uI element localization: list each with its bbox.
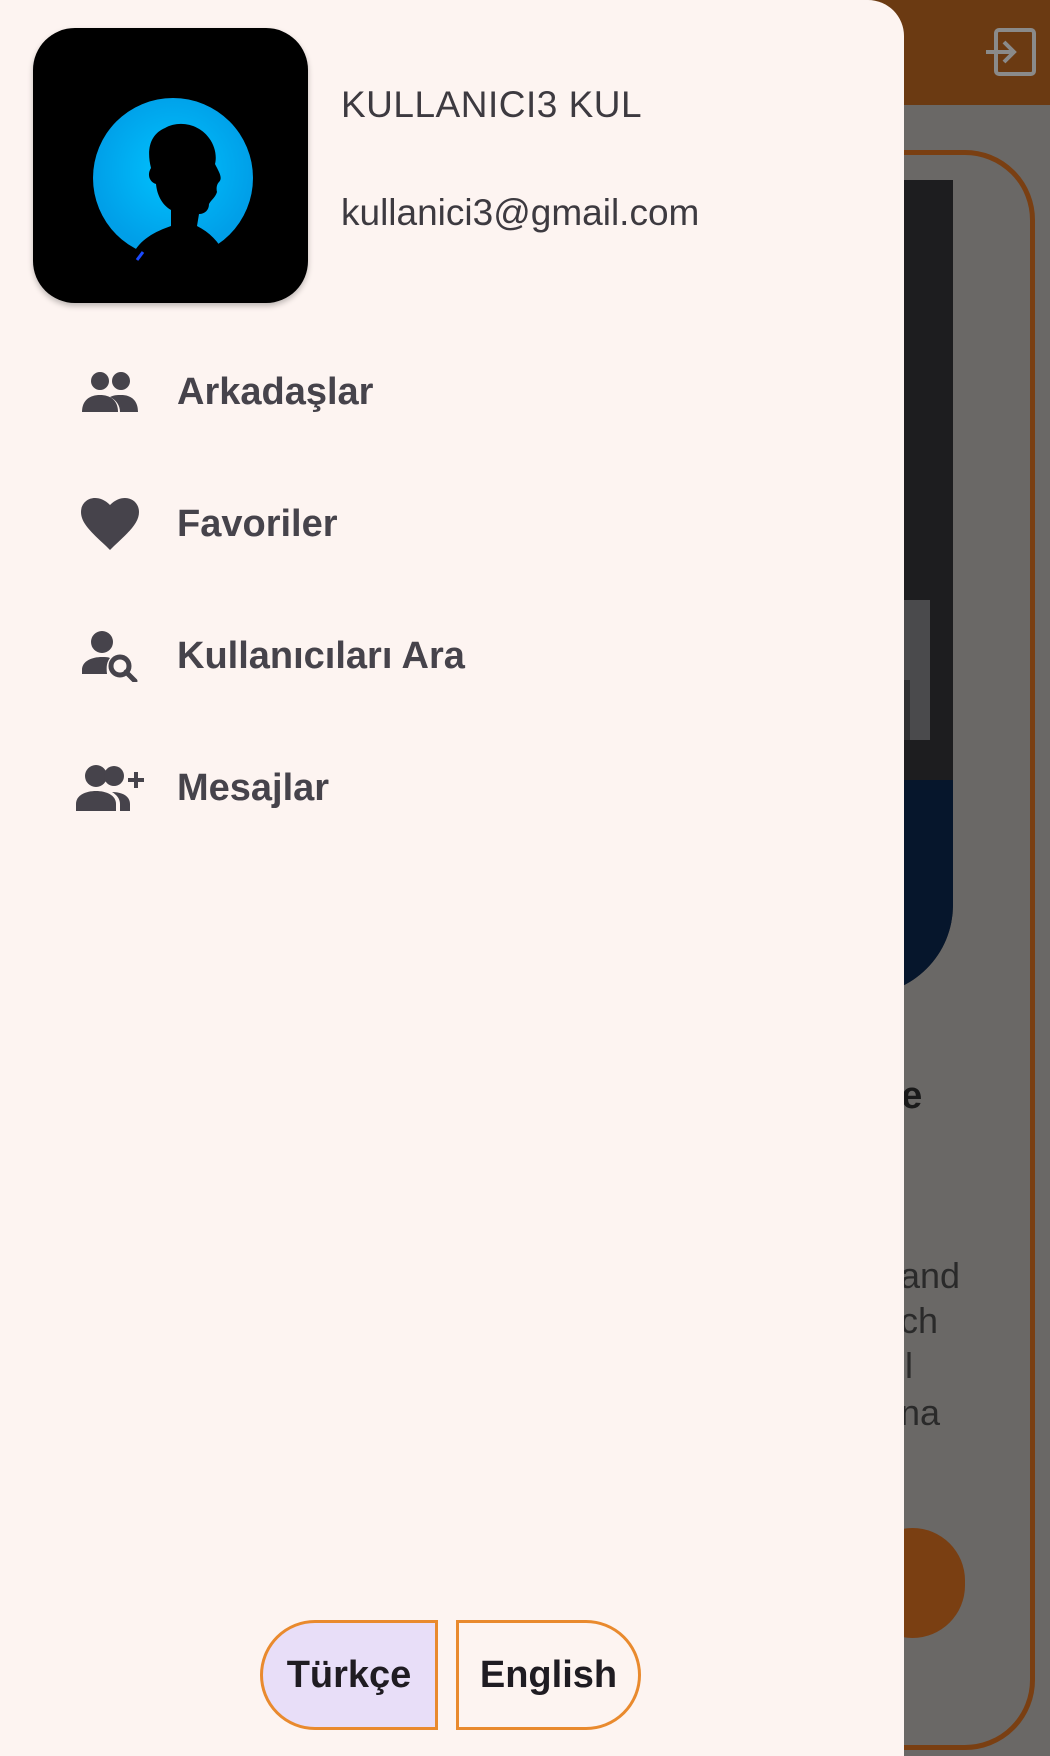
background-text-fragment: l <box>905 1345 913 1386</box>
language-turkish-button[interactable]: Türkçe <box>260 1620 438 1730</box>
logout-icon[interactable] <box>984 24 1040 80</box>
background-text-fragment: ch <box>900 1300 939 1341</box>
navigation-drawer: KULLANICI3 KUL kullanici3@gmail.com Arka… <box>0 0 904 1756</box>
heart-icon <box>75 489 145 559</box>
language-selector: Türkçe English <box>260 1620 641 1730</box>
menu-item-friends[interactable]: Arkadaşlar <box>0 337 904 447</box>
menu-item-favorites[interactable]: Favoriler <box>0 469 904 579</box>
menu-label: Kullanıcıları Ara <box>177 634 465 677</box>
background-text-fragment: and <box>900 1255 961 1296</box>
avatar-silhouette-icon <box>93 98 253 303</box>
group-icon <box>75 357 145 427</box>
menu-label: Favoriler <box>177 502 338 545</box>
background-text-fragment: na <box>900 1392 941 1433</box>
avatar[interactable] <box>33 28 308 303</box>
user-email: kullanici3@gmail.com <box>341 192 700 233</box>
menu-label: Arkadaşlar <box>177 370 374 413</box>
person-search-icon <box>75 621 145 691</box>
menu-item-search-users[interactable]: Kullanıcıları Ara <box>0 601 904 711</box>
group-add-icon <box>75 753 145 823</box>
language-english-button[interactable]: English <box>456 1620 641 1730</box>
menu-item-messages[interactable]: Mesajlar <box>0 733 904 843</box>
menu-label: Mesajlar <box>177 766 330 809</box>
user-name: KULLANICI3 KUL <box>341 84 643 125</box>
